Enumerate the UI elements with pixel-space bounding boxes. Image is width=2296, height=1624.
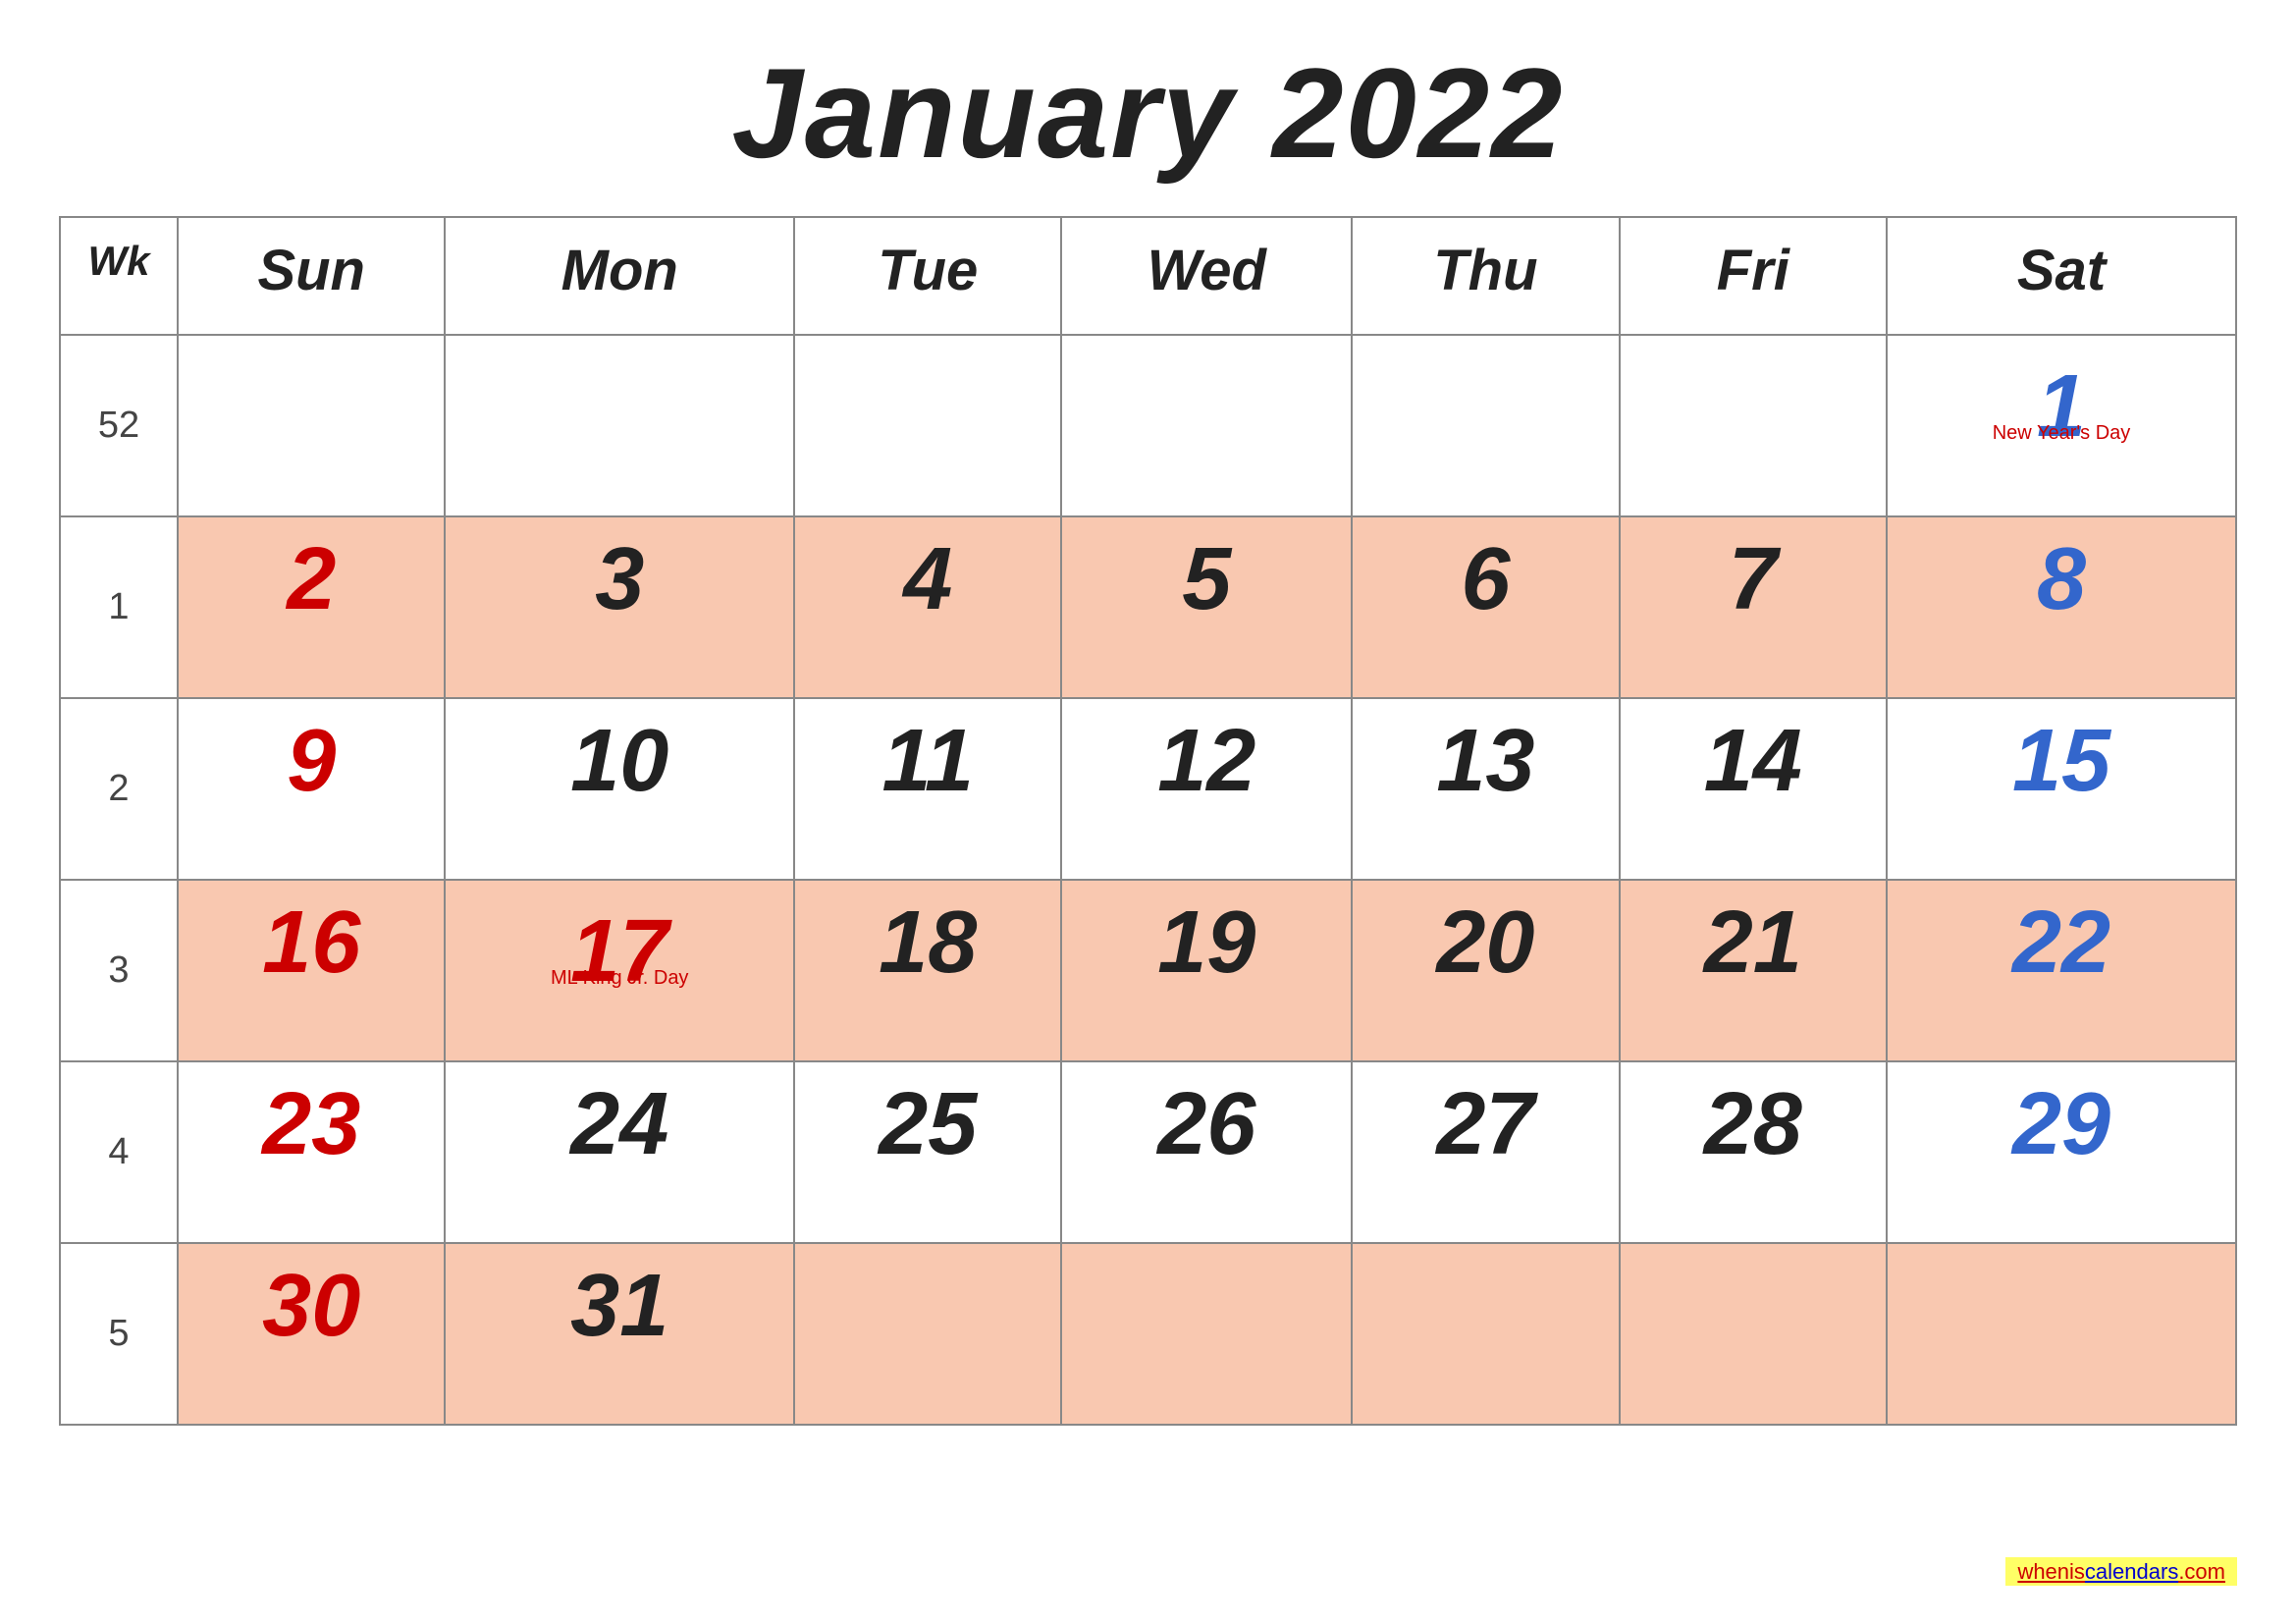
day-number: 30: [262, 1257, 360, 1355]
day-number: 27: [1436, 1075, 1534, 1173]
week-row-5: 5 30 31: [60, 1243, 2236, 1425]
day-cell-w0-d1: [445, 335, 794, 516]
day-cell-w0-d3: [1061, 335, 1352, 516]
day-number: 21: [1704, 893, 1802, 992]
day-cell-w0-d5: [1620, 335, 1887, 516]
week-row-2: 2 9 10 11 12 13 14 15: [60, 698, 2236, 880]
day-cell-w3-d5: 21: [1620, 880, 1887, 1061]
day-cell-w5-d5: [1620, 1243, 1887, 1425]
day-cell-w2-d6: 15: [1887, 698, 2236, 880]
day-number: 11: [882, 712, 974, 810]
week-num-2: 2: [60, 698, 178, 880]
week-row-4: 4 23 24 25 26 27 28 29: [60, 1061, 2236, 1243]
day-cell-w4-d0: 23: [178, 1061, 445, 1243]
header-row: Wk Sun Mon Tue Wed Thu Fri Sat: [60, 217, 2236, 335]
fri-header: Fri: [1620, 217, 1887, 335]
day-cell-w4-d5: 28: [1620, 1061, 1887, 1243]
day-number: 3: [595, 530, 644, 628]
day-cell-w1-d6: 8: [1887, 516, 2236, 698]
day-cell-w0-d4: [1352, 335, 1619, 516]
day-cell-w3-d2: 18: [794, 880, 1061, 1061]
day-number: 10: [570, 712, 668, 810]
day-number: 14: [1704, 712, 1802, 810]
day-number: 31: [570, 1257, 668, 1355]
day-number: 22: [2012, 893, 2110, 992]
day-cell-w4-d1: 24: [445, 1061, 794, 1243]
day-number: 25: [879, 1075, 977, 1173]
day-cell-w1-d4: 6: [1352, 516, 1619, 698]
week-num-0: 52: [60, 335, 178, 516]
day-number: 23: [262, 1075, 360, 1173]
day-cell-w1-d0: 2: [178, 516, 445, 698]
day-cell-w3-d0: 16: [178, 880, 445, 1061]
holiday-label: ML King Jr. Day: [460, 966, 778, 990]
day-cell-w3-d3: 19: [1061, 880, 1352, 1061]
day-number: 2: [287, 530, 336, 628]
calendar-table: Wk Sun Mon Tue Wed Thu Fri Sat 521New Ye…: [59, 216, 2237, 1426]
day-number: 19: [1157, 893, 1255, 992]
watermark[interactable]: wheniscalendars.com: [2005, 1559, 2237, 1585]
day-cell-w2-d1: 10: [445, 698, 794, 880]
week-num-3: 3: [60, 880, 178, 1061]
day-cell-w1-d2: 4: [794, 516, 1061, 698]
day-number: 7: [1729, 530, 1778, 628]
day-cell-w2-d3: 12: [1061, 698, 1352, 880]
day-number: 18: [879, 893, 977, 992]
day-cell-w3-d6: 22: [1887, 880, 2236, 1061]
sun-header: Sun: [178, 217, 445, 335]
day-cell-w1-d3: 5: [1061, 516, 1352, 698]
day-number: 9: [287, 712, 336, 810]
day-cell-w5-d4: [1352, 1243, 1619, 1425]
day-number: 24: [570, 1075, 668, 1173]
day-cell-w4-d2: 25: [794, 1061, 1061, 1243]
day-cell-w1-d5: 7: [1620, 516, 1887, 698]
day-number: 4: [903, 530, 952, 628]
day-cell-w3-d1: 17ML King Jr. Day: [445, 880, 794, 1061]
day-number: 16: [262, 893, 360, 992]
week-row-0: 52 1New Year's Day: [60, 335, 2236, 516]
day-cell-w2-d5: 14: [1620, 698, 1887, 880]
day-cell-w3-d4: 20: [1352, 880, 1619, 1061]
tue-header: Tue: [794, 217, 1061, 335]
day-number: 15: [2012, 712, 2110, 810]
day-number: 5: [1182, 530, 1231, 628]
sat-header: Sat: [1887, 217, 2236, 335]
day-number: 12: [1157, 712, 1255, 810]
week-num-1: 1: [60, 516, 178, 698]
week-row-3: 3 16 17ML King Jr. Day 18 19 20 21 22: [60, 880, 2236, 1061]
day-number: 6: [1461, 530, 1510, 628]
day-cell-w2-d4: 13: [1352, 698, 1619, 880]
day-cell-w5-d0: 30: [178, 1243, 445, 1425]
day-number: 26: [1157, 1075, 1255, 1173]
week-row-1: 1 2 3 4 5 6 7 8: [60, 516, 2236, 698]
day-cell-w2-d2: 11: [794, 698, 1061, 880]
day-cell-w4-d6: 29: [1887, 1061, 2236, 1243]
day-cell-w0-d0: [178, 335, 445, 516]
holiday-label: New Year's Day: [1902, 421, 2220, 445]
day-cell-w5-d2: [794, 1243, 1061, 1425]
day-cell-w0-d2: [794, 335, 1061, 516]
thu-header: Thu: [1352, 217, 1619, 335]
day-cell-w5-d3: [1061, 1243, 1352, 1425]
day-number: 13: [1436, 712, 1534, 810]
day-cell-w2-d0: 9: [178, 698, 445, 880]
wk-header: Wk: [60, 217, 178, 335]
week-num-4: 4: [60, 1061, 178, 1243]
day-number: 8: [2037, 530, 2086, 628]
day-cell-w0-d6: 1New Year's Day: [1887, 335, 2236, 516]
watermark-link[interactable]: wheniscalendars.com: [2005, 1557, 2237, 1586]
week-num-5: 5: [60, 1243, 178, 1425]
mon-header: Mon: [445, 217, 794, 335]
calendar-body: 521New Year's Day12345678291011121314153…: [60, 335, 2236, 1425]
day-number: 20: [1436, 893, 1534, 992]
day-cell-w5-d1: 31: [445, 1243, 794, 1425]
day-cell-w1-d1: 3: [445, 516, 794, 698]
wed-header: Wed: [1061, 217, 1352, 335]
day-number: 28: [1704, 1075, 1802, 1173]
day-number: 29: [2012, 1075, 2110, 1173]
day-cell-w5-d6: [1887, 1243, 2236, 1425]
page-title: January 2022: [732, 39, 1565, 187]
day-cell-w4-d4: 27: [1352, 1061, 1619, 1243]
day-cell-w4-d3: 26: [1061, 1061, 1352, 1243]
